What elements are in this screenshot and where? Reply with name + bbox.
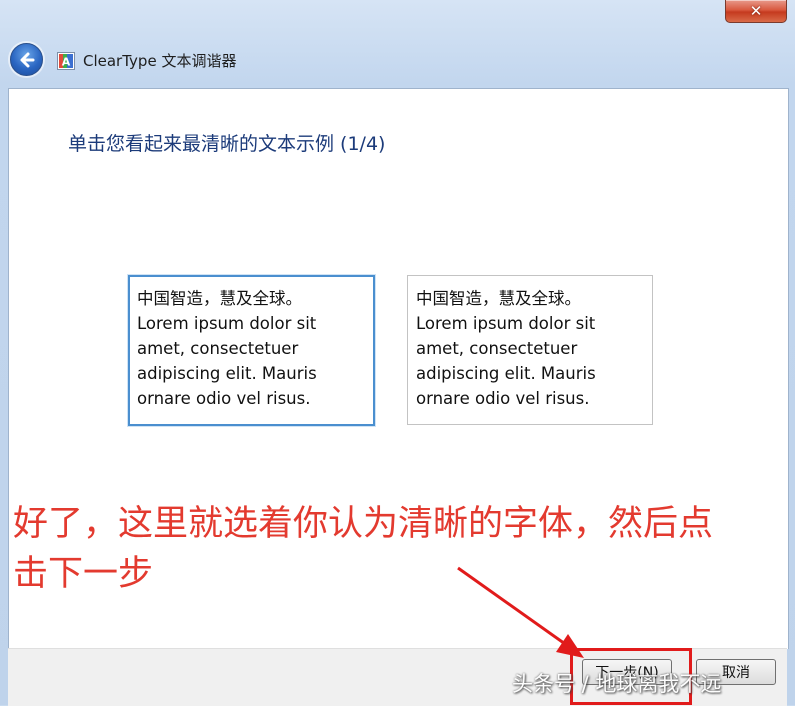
- sample-line: 中国智造，慧及全球。: [137, 289, 302, 308]
- sample-line: adipiscing elit. Mauris: [137, 364, 317, 383]
- back-arrow-icon: [20, 52, 34, 67]
- window-title: ClearType 文本调谐器: [83, 52, 237, 70]
- window-frame: ✕ A ClearType 文本调谐器 单击您看起来最清晰的文本示例 (1/4)…: [0, 0, 795, 706]
- text-sample-2[interactable]: 中国智造，慧及全球。 Lorem ipsum dolor sit amet, c…: [407, 275, 653, 425]
- watermark: 头条号 / 地球离我不远: [512, 672, 722, 696]
- sample-line: ornare odio vel risus.: [416, 389, 590, 408]
- sample-line: adipiscing elit. Mauris: [416, 364, 596, 383]
- annotation-line-2: 击下一步: [13, 554, 154, 594]
- sample-line: 中国智造，慧及全球。: [416, 289, 581, 308]
- sample-line: amet, consectetuer: [416, 339, 578, 358]
- page-heading: 单击您看起来最清晰的文本示例 (1/4): [68, 133, 386, 155]
- text-sample-1[interactable]: 中国智造，慧及全球。 Lorem ipsum dolor sit amet, c…: [128, 275, 375, 426]
- sample-line: amet, consectetuer: [137, 339, 299, 358]
- sample-line: Lorem ipsum dolor sit: [416, 314, 596, 333]
- back-button[interactable]: [10, 43, 43, 76]
- red-annotation-text: 好了，这里就选着你认为清晰的字体，然后点 击下一步: [13, 499, 788, 599]
- cleartype-icon: A: [57, 52, 75, 70]
- sample-line: ornare odio vel risus.: [137, 389, 311, 408]
- annotation-line-1: 好了，这里就选着你认为清晰的字体，然后点: [13, 504, 714, 544]
- sample-line: Lorem ipsum dolor sit: [137, 314, 317, 333]
- content-pane: 单击您看起来最清晰的文本示例 (1/4) 中国智造，慧及全球。 Lorem ip…: [8, 88, 789, 649]
- close-button[interactable]: ✕: [725, 0, 787, 23]
- background-menu-ghost: [0, 16, 420, 32]
- close-icon: ✕: [749, 2, 763, 20]
- svg-text:A: A: [62, 56, 71, 69]
